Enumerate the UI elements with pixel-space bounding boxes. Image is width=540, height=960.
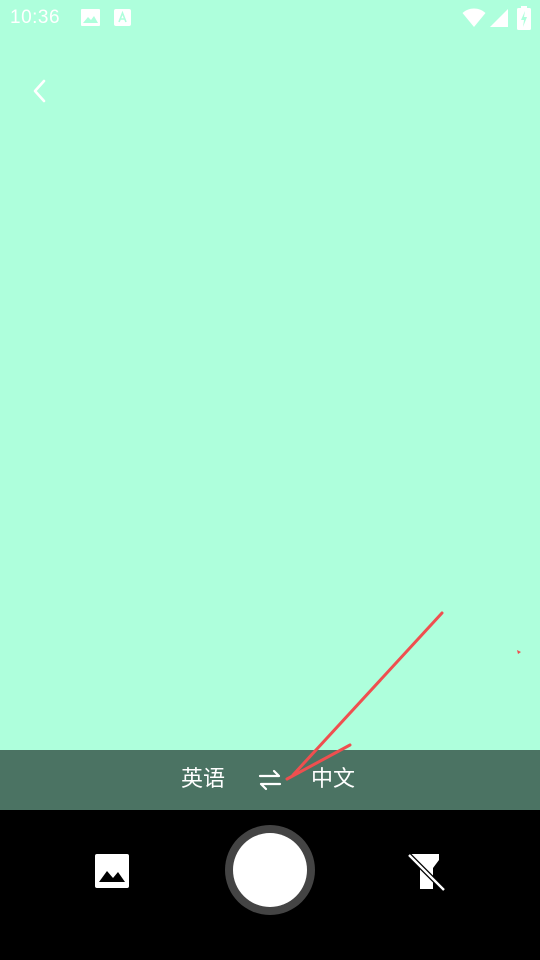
swap-languages-button[interactable] [256,766,284,794]
language-bar: 英语 中文 [0,750,540,810]
shutter-button[interactable] [225,825,315,915]
status-bar: 10:36 [0,0,540,36]
target-language-button[interactable]: 中文 [311,766,355,794]
camera-translate-screen: 10:36 英语 中文 [0,0,540,960]
battery-charging-icon [517,6,531,34]
gallery-button[interactable] [94,853,130,889]
flash-off-icon [407,853,446,892]
image-icon [95,854,129,888]
flash-toggle-button[interactable] [406,852,446,892]
swap-arrows-icon [258,769,282,791]
cell-signal-icon [489,8,509,32]
camera-controls [0,810,540,960]
a-notification-icon [114,9,131,30]
shutter-icon [233,833,307,907]
chevron-left-icon [33,79,46,103]
gallery-notification-icon [81,9,100,30]
status-time: 10:36 [10,7,61,28]
back-button[interactable] [20,72,58,110]
wifi-icon [462,8,486,32]
source-language-button[interactable]: 英语 [181,766,225,794]
annotation-mark [517,650,521,654]
